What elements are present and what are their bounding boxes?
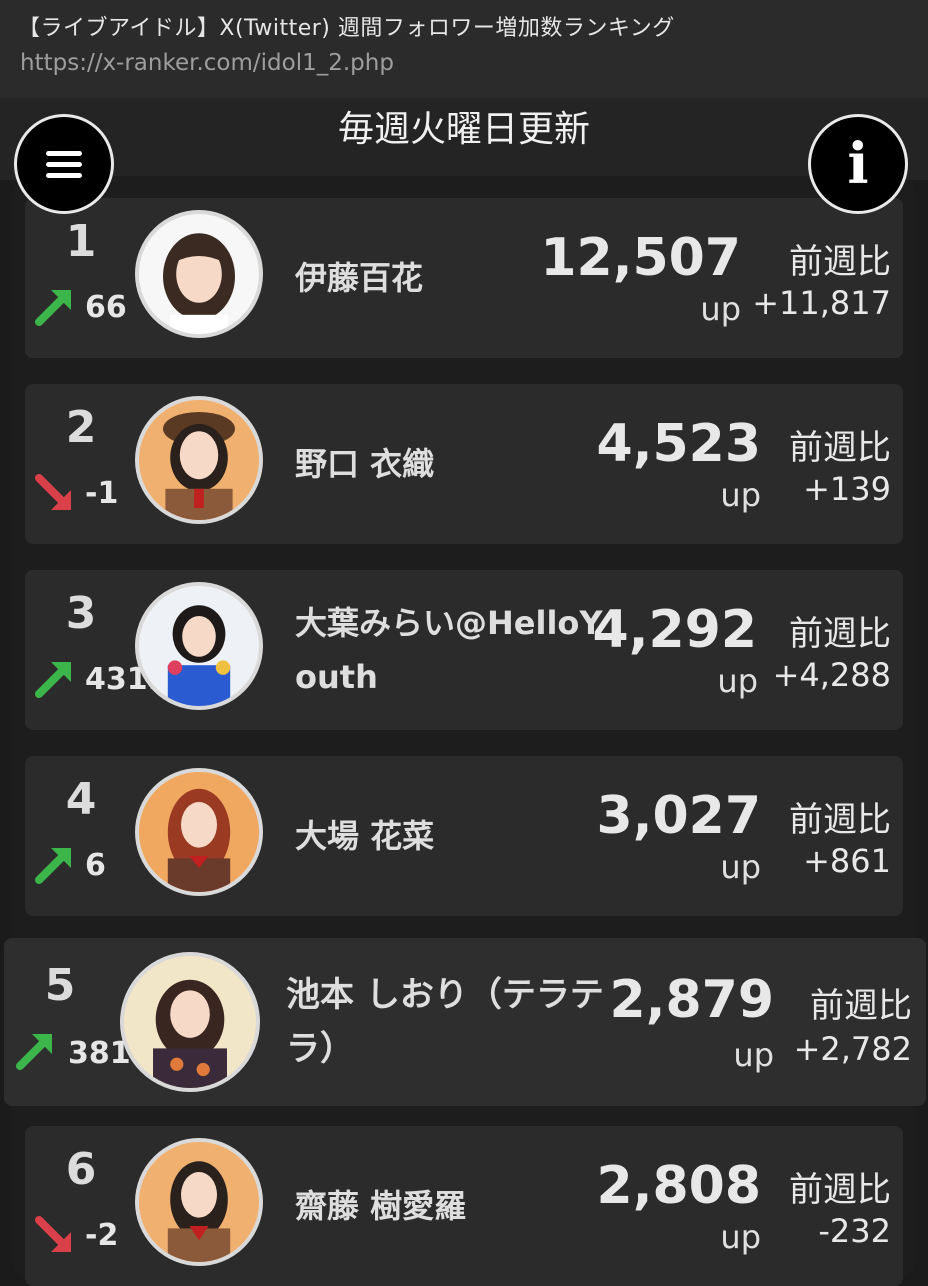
avatar[interactable] xyxy=(135,210,263,338)
follower-increase: 3,027 xyxy=(596,786,761,846)
rank-change: 66 xyxy=(85,290,127,325)
avatar[interactable] xyxy=(135,396,263,524)
rank-number: 2 xyxy=(65,402,97,453)
ranking-row[interactable]: 3 4319 大葉みらい@HelloYouth 4,292 up 前週比 +4,… xyxy=(25,570,903,730)
follower-increase: 2,879 xyxy=(609,970,774,1030)
idol-photo xyxy=(139,772,259,892)
rank-number: 5 xyxy=(44,960,76,1011)
trend-up-arrow-icon xyxy=(35,662,71,698)
prev-week-diff: +2,782 xyxy=(793,1030,912,1068)
idol-photo xyxy=(139,586,259,706)
trend-up-arrow-icon xyxy=(16,1034,52,1070)
avatar[interactable] xyxy=(135,768,263,896)
browser-bar: 【ライブアイドル】X(Twitter) 週間フォロワー増加数ランキング http… xyxy=(0,0,928,98)
up-label: up xyxy=(720,476,761,514)
idol-photo xyxy=(124,956,256,1088)
up-label: up xyxy=(717,662,758,700)
update-schedule-text: 毎週火曜日更新 xyxy=(337,109,590,150)
rank-number: 4 xyxy=(65,774,97,825)
follower-increase: 4,523 xyxy=(596,414,761,474)
prev-week-label: 前週比 xyxy=(789,614,891,654)
idol-photo xyxy=(139,214,259,334)
follower-increase: 12,507 xyxy=(540,228,741,288)
ranking-row[interactable]: 4 6 大場 花菜 3,027 up 前週比 +861 xyxy=(25,756,903,916)
ranking-row[interactable]: 5 381 池本 しおり（テラテラ） 2,879 up 前週比 +2,782 xyxy=(4,938,926,1106)
prev-week-diff: +861 xyxy=(803,842,891,880)
prev-week-label: 前週比 xyxy=(789,428,891,468)
ranking-row[interactable]: 1 66 伊藤百花 12,507 up 前週比 +11,817 xyxy=(25,198,903,358)
avatar[interactable] xyxy=(120,952,260,1092)
prev-week-label: 前週比 xyxy=(789,1170,891,1210)
rank-change: -1 xyxy=(85,476,119,511)
trend-up-arrow-icon xyxy=(35,290,71,326)
avatar[interactable] xyxy=(135,1138,263,1266)
trend-down-arrow-icon xyxy=(35,474,71,510)
prev-week-label: 前週比 xyxy=(789,800,891,840)
menu-button[interactable] xyxy=(14,114,114,214)
rank-number: 1 xyxy=(65,216,97,267)
follower-increase: 2,808 xyxy=(596,1156,761,1216)
hamburger-menu-icon xyxy=(46,145,82,184)
info-icon: i xyxy=(847,131,869,197)
prev-week-diff: +4,288 xyxy=(772,656,891,694)
prev-week-diff: +139 xyxy=(803,470,891,508)
rank-change: -2 xyxy=(85,1218,119,1253)
page-title: 【ライブアイドル】X(Twitter) 週間フォロワー増加数ランキング xyxy=(18,16,675,41)
prev-week-label: 前週比 xyxy=(789,242,891,282)
trend-down-arrow-icon xyxy=(35,1216,71,1252)
trend-up-arrow-icon xyxy=(35,848,71,884)
prev-week-diff: -232 xyxy=(818,1212,891,1250)
prev-week-diff: +11,817 xyxy=(752,284,891,322)
idol-photo xyxy=(139,400,259,520)
avatar[interactable] xyxy=(135,582,263,710)
idol-photo xyxy=(139,1142,259,1262)
follower-increase: 4,292 xyxy=(592,600,757,660)
prev-week-label: 前週比 xyxy=(810,986,912,1026)
up-label: up xyxy=(720,848,761,886)
ranking-row[interactable]: 2 -1 野口 衣織 4,523 up 前週比 +139 xyxy=(25,384,903,544)
idol-name[interactable]: 大場 花菜 xyxy=(295,756,615,916)
idol-name[interactable]: 大葉みらい@HelloYouth xyxy=(295,570,615,730)
rank-change: 6 xyxy=(85,848,106,883)
rank-change: 381 xyxy=(68,1036,131,1071)
up-label: up xyxy=(720,1218,761,1256)
idol-name[interactable]: 池本 しおり（テラテラ） xyxy=(286,938,616,1106)
up-label: up xyxy=(700,290,741,328)
ranking-row[interactable]: 6 -2 齋藤 樹愛羅 2,808 up 前週比 -232 xyxy=(25,1126,903,1286)
rank-number: 6 xyxy=(65,1144,97,1195)
idol-name[interactable]: 野口 衣織 xyxy=(295,384,615,544)
rank-number: 3 xyxy=(65,588,97,639)
info-button[interactable]: i xyxy=(808,114,908,214)
page-url[interactable]: https://x-ranker.com/idol1_2.php xyxy=(20,50,394,76)
up-label: up xyxy=(733,1036,774,1074)
idol-name[interactable]: 齋藤 樹愛羅 xyxy=(295,1126,615,1286)
